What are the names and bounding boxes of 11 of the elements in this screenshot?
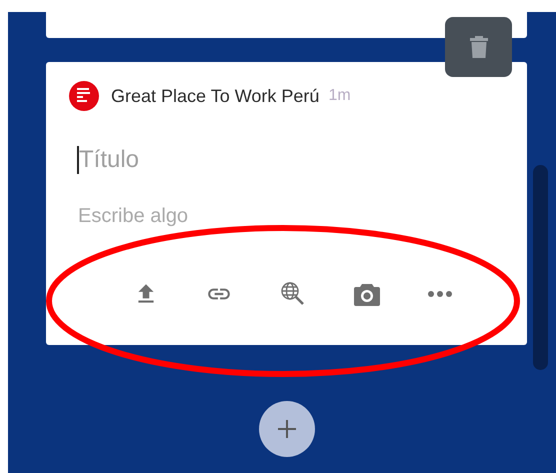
trash-icon <box>468 35 488 59</box>
plus-icon <box>276 418 298 440</box>
scrollbar[interactable] <box>533 165 548 370</box>
camera-icon[interactable] <box>352 281 380 307</box>
logo-icon <box>69 81 99 111</box>
title-field[interactable]: Título <box>79 146 379 174</box>
author-name: Great Place To Work Perú <box>111 86 320 106</box>
more-icon[interactable] <box>426 290 452 298</box>
delete-button[interactable] <box>445 17 512 77</box>
post-time: 1m <box>328 87 351 105</box>
body-field[interactable]: Escribe algo <box>78 205 378 228</box>
